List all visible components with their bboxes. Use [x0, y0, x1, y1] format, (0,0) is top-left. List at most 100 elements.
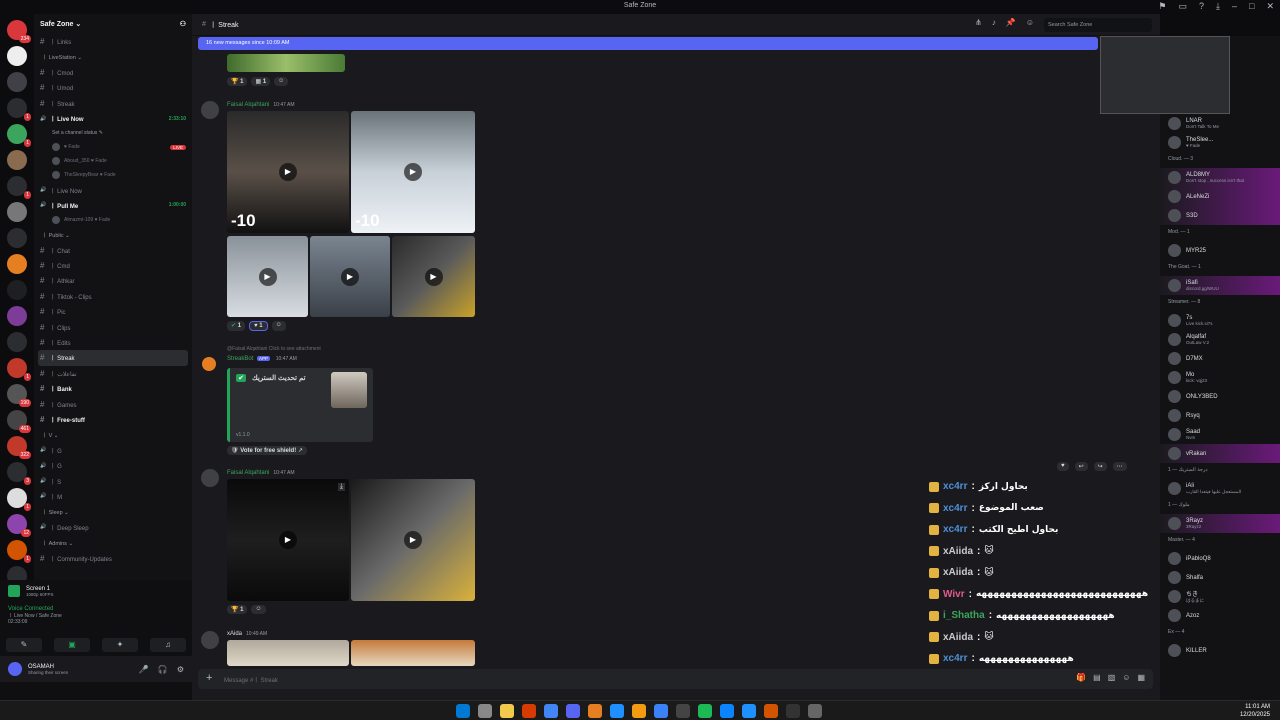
- message-input[interactable]: Message #ㅣ Streak: [224, 678, 278, 684]
- server-icon[interactable]: 1: [7, 358, 31, 381]
- video-attachment[interactable]: ▶: [227, 236, 308, 317]
- taskbar-app-icon[interactable]: [566, 704, 580, 718]
- server-icon[interactable]: [7, 254, 27, 274]
- server-icon[interactable]: 1: [7, 98, 31, 121]
- server-icon[interactable]: 461: [7, 410, 31, 433]
- avatar[interactable]: [201, 469, 219, 487]
- mic-icon[interactable]: 🎤: [139, 665, 149, 674]
- text-channel[interactable]: # ㅣ Free-stuff: [34, 412, 192, 427]
- more-icon[interactable]: ⋯: [1112, 462, 1127, 471]
- channel-category[interactable]: ㅣ Sleep ⌄: [34, 504, 192, 519]
- reaction-heart[interactable]: ♥ 1: [249, 321, 268, 331]
- message-author[interactable]: xAida 10:49 AM: [227, 631, 267, 637]
- voice-channel[interactable]: 🔊 ㅣ S: [34, 473, 192, 488]
- screen-share-status[interactable]: Screen 1 1080p 60FPS: [0, 580, 192, 602]
- member-item[interactable]: ALeNeZi: [1160, 187, 1280, 206]
- server-icon[interactable]: 3: [7, 462, 31, 485]
- video-attachment[interactable]: ▶ -10: [227, 111, 349, 233]
- taskbar-app-icon[interactable]: [588, 704, 602, 718]
- add-reaction-icon[interactable]: ☺: [251, 605, 266, 614]
- members-icon[interactable]: ☺: [1026, 18, 1034, 32]
- member-item[interactable]: vRakan: [1160, 444, 1280, 463]
- minimize-icon[interactable]: –: [1232, 1, 1237, 12]
- voice-channel[interactable]: 🔊 ㅣ G: [34, 443, 192, 458]
- image-attachment[interactable]: [227, 640, 349, 666]
- taskbar-app-icon[interactable]: [632, 704, 646, 718]
- reaction-page[interactable]: ▦ 1: [251, 77, 271, 86]
- text-channel[interactable]: # ㅣ Cmod: [34, 65, 192, 80]
- member-item[interactable]: Mo kick: vqj23: [1160, 368, 1280, 387]
- add-user-icon[interactable]: ⚇: [180, 20, 186, 34]
- text-channel[interactable]: # ㅣ Edits: [34, 335, 192, 350]
- taskbar-app-icon[interactable]: [720, 704, 734, 718]
- text-channel[interactable]: # ㅣ Umod: [34, 80, 192, 95]
- text-channel[interactable]: # ㅣ Games: [34, 396, 192, 411]
- taskbar-app-icon[interactable]: [544, 704, 558, 718]
- taskbar-app-icon[interactable]: [676, 704, 690, 718]
- reaction-trophy[interactable]: 🏆 1: [227, 77, 248, 86]
- avatar[interactable]: [201, 631, 219, 649]
- server-icon[interactable]: [7, 202, 27, 222]
- taskbar-app-icon[interactable]: [698, 704, 712, 718]
- emoji-icon[interactable]: ☺: [1122, 673, 1130, 682]
- taskbar-app-icon[interactable]: [742, 704, 756, 718]
- apps-icon[interactable]: ▦: [1137, 673, 1145, 682]
- member-item[interactable]: Alqalfaf OutLaw V.2: [1160, 330, 1280, 349]
- voice-channel[interactable]: 🔊 ㅣ Deep Sleep: [34, 520, 192, 535]
- taskbar-app-icon[interactable]: [478, 704, 492, 718]
- taskbar-app-icon[interactable]: [654, 704, 668, 718]
- play-icon[interactable]: ▶: [258, 267, 277, 286]
- voice-user[interactable]: ♥ Fade LIVE: [34, 140, 192, 154]
- video-attachment[interactable]: ▶ ⤓: [227, 479, 349, 601]
- activity-icon[interactable]: ✦: [102, 638, 138, 652]
- taskbar-app-icon[interactable]: [764, 704, 778, 718]
- message-author[interactable]: StreakBot APP 10:47 AM: [227, 356, 297, 362]
- play-icon[interactable]: ▶: [341, 267, 359, 286]
- server-icon[interactable]: [7, 306, 27, 326]
- member-item[interactable]: ONLY3BED: [1160, 387, 1280, 406]
- camera-icon[interactable]: ✎: [6, 638, 42, 652]
- play-icon[interactable]: ▶: [424, 267, 443, 286]
- server-icon[interactable]: 1: [7, 540, 31, 563]
- window-icon[interactable]: ▭: [1178, 1, 1187, 12]
- member-item[interactable]: iPabloQ8: [1160, 549, 1280, 568]
- play-icon[interactable]: ▶: [404, 531, 422, 549]
- text-channel[interactable]: # ㅣ Clips: [34, 319, 192, 334]
- server-icon[interactable]: [7, 150, 27, 170]
- add-attachment-icon[interactable]: +: [206, 672, 212, 684]
- voice-channel[interactable]: 🔊 ㅣ G: [34, 458, 192, 473]
- taskbar-app-icon[interactable]: [522, 704, 536, 718]
- avatar[interactable]: [8, 662, 22, 676]
- member-item[interactable]: 3Rayz 3Rayz2: [1160, 514, 1280, 533]
- gift-icon[interactable]: 🎁: [1076, 673, 1086, 682]
- gif-icon[interactable]: ▤: [1093, 673, 1101, 682]
- server-icon[interactable]: [7, 72, 27, 92]
- react-icon[interactable]: ♥: [1057, 462, 1069, 471]
- forward-icon[interactable]: ↪: [1093, 462, 1107, 471]
- server-icon[interactable]: [7, 280, 27, 300]
- voice-user[interactable]: Aboud_350 ♥ Fade: [34, 154, 192, 168]
- text-channel[interactable]: # ㅣ تفاعلات: [34, 366, 192, 381]
- taskbar-clock[interactable]: 11:01 AM 12/20/2025: [1240, 703, 1270, 719]
- bot-avatar[interactable]: [202, 357, 216, 371]
- soundboard-icon[interactable]: ♫: [150, 638, 186, 652]
- reply-preview[interactable]: @Faisal Alqahtani Click to see attachmen…: [227, 346, 321, 352]
- share-screen-icon[interactable]: ▣: [54, 638, 90, 652]
- voice-channel[interactable]: 🔊 ㅣ M: [34, 489, 192, 504]
- play-icon[interactable]: ▶: [279, 163, 297, 181]
- voice-channel[interactable]: 🔊 ㅣ Live Now: [34, 182, 192, 197]
- taskbar-app-icon[interactable]: [786, 704, 800, 718]
- channel-status[interactable]: Set a channel status ✎: [34, 126, 192, 140]
- member-item[interactable]: Shalfa: [1160, 568, 1280, 587]
- help-icon[interactable]: ?: [1199, 1, 1204, 12]
- member-item[interactable]: Saad Nvm: [1160, 425, 1280, 444]
- member-item[interactable]: S3D: [1160, 206, 1280, 225]
- voice-connection[interactable]: Voice Connected ㅣ Live Now / Safe Zone 0…: [0, 602, 192, 634]
- vote-button[interactable]: 🛡 Vote for free shield! ↗: [227, 446, 307, 455]
- member-item[interactable]: LNAR Don't Talk To Me: [1160, 114, 1280, 133]
- image-attachment[interactable]: [351, 640, 475, 666]
- server-icon[interactable]: 12: [7, 514, 31, 537]
- member-item[interactable]: Azoz: [1160, 606, 1280, 625]
- download-icon[interactable]: ⤓: [337, 483, 345, 491]
- add-reaction-icon[interactable]: ☺: [271, 321, 286, 331]
